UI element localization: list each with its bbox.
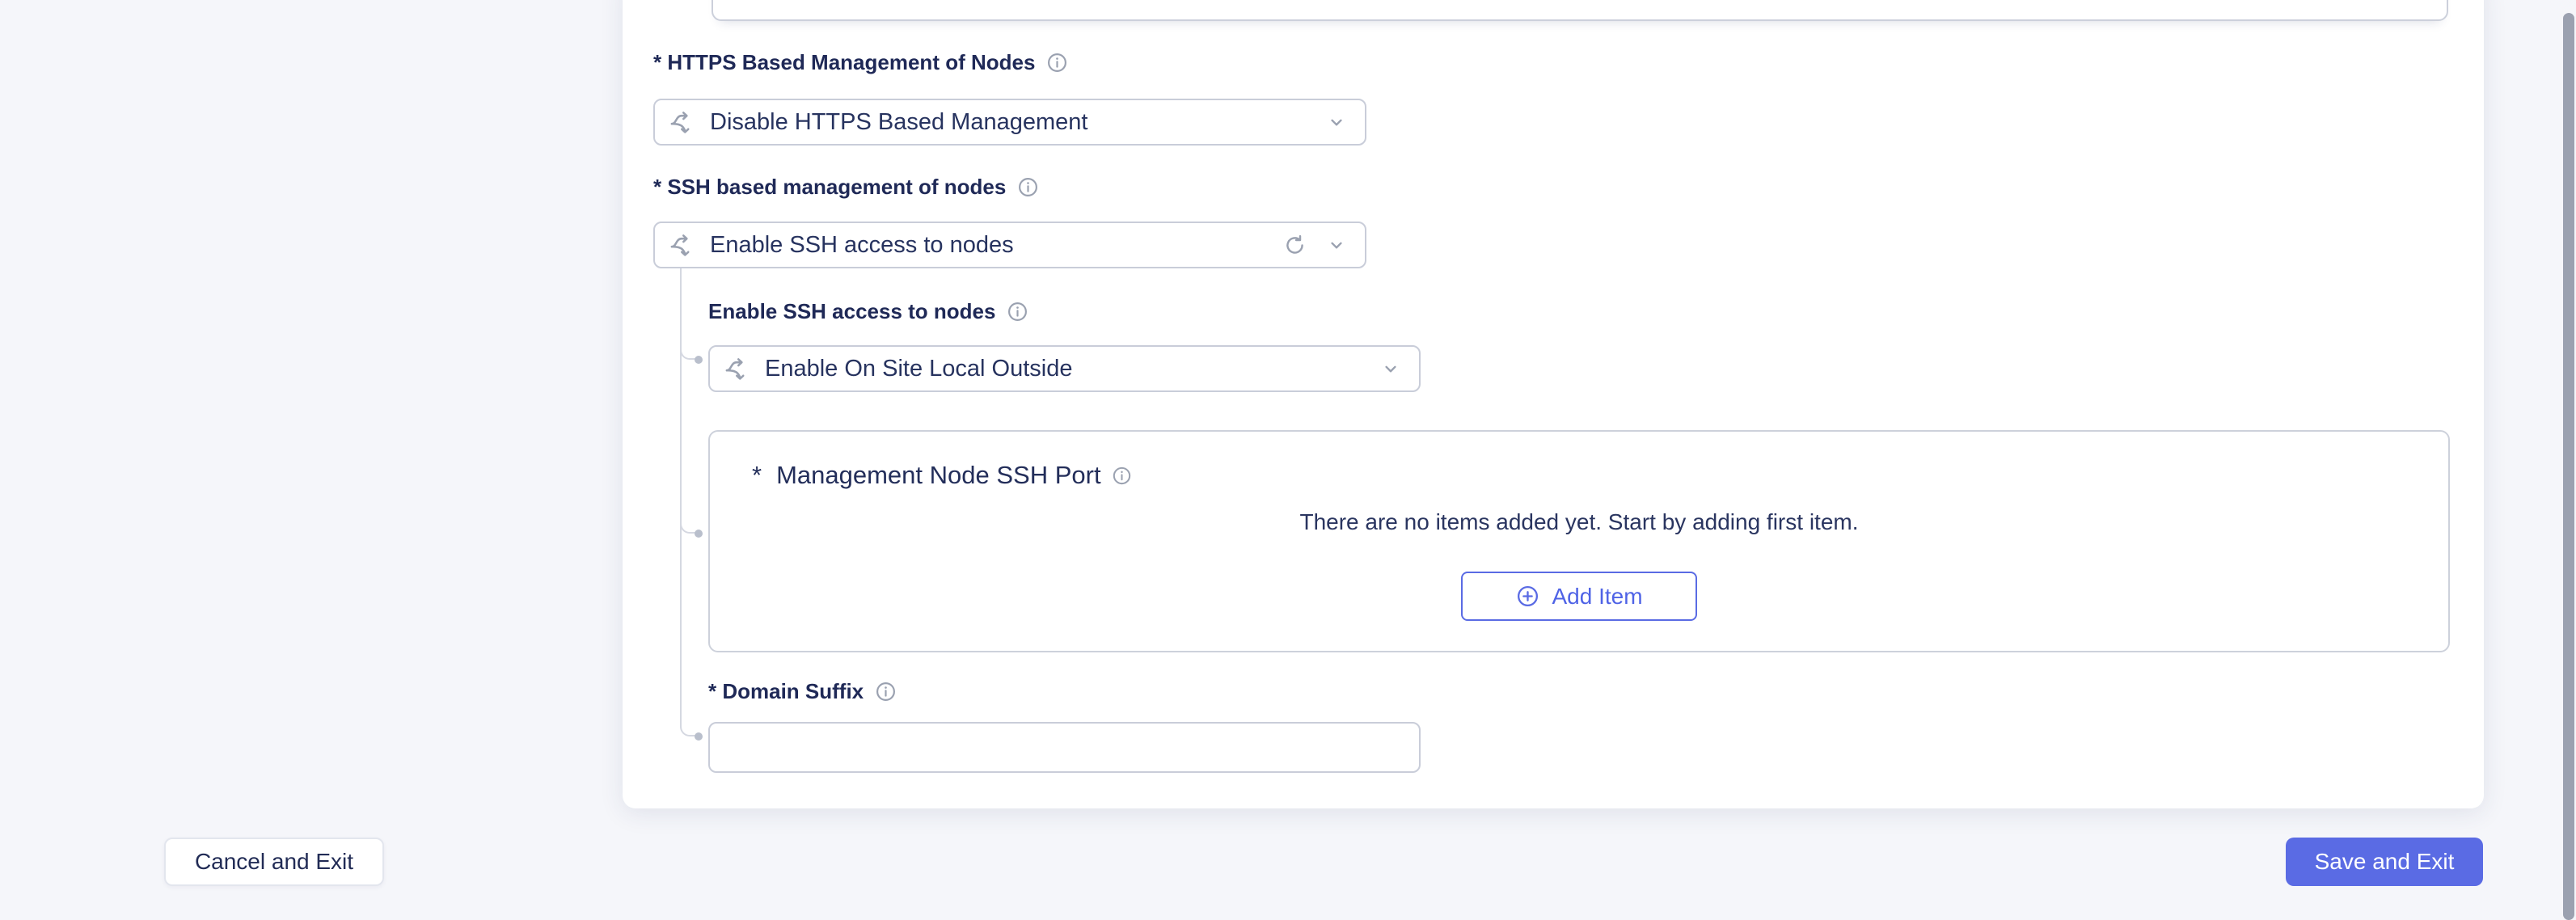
domain-suffix-input[interactable] — [708, 722, 1421, 773]
chevron-down-icon — [1326, 234, 1347, 255]
app-root: * HTTPS Based Management of Nodes Disabl… — [0, 0, 2576, 920]
chevron-down-icon — [1326, 112, 1347, 133]
tree-dot — [695, 732, 703, 741]
ssh-access-value: Enable On Site Local Outside — [765, 355, 1073, 382]
ssh-management-value: Enable SSH access to nodes — [710, 231, 1014, 258]
branch-split-icon — [723, 355, 750, 382]
info-icon[interactable] — [1111, 465, 1133, 487]
tree-dot — [695, 356, 703, 364]
domain-suffix-label: * Domain Suffix — [708, 679, 897, 704]
form-content-panel: * HTTPS Based Management of Nodes Disabl… — [623, 0, 2484, 808]
info-icon[interactable] — [1016, 175, 1040, 199]
https-management-value: Disable HTTPS Based Management — [710, 108, 1088, 135]
info-icon[interactable] — [1045, 51, 1069, 74]
ssh-management-dropdown[interactable]: Enable SSH access to nodes — [653, 222, 1366, 268]
tree-elbow — [680, 514, 696, 534]
management-ssh-port-title: * Management Node SSH Port — [752, 461, 1133, 490]
tree-elbow — [680, 340, 696, 360]
vertical-scrollbar-thumb[interactable] — [2563, 13, 2574, 920]
chevron-down-icon — [1380, 358, 1401, 379]
info-icon[interactable] — [1006, 300, 1029, 323]
info-icon[interactable] — [874, 680, 897, 703]
tree-elbow — [680, 717, 696, 736]
tree-connector-line — [680, 268, 682, 728]
plus-circle-icon — [1515, 584, 1540, 609]
refresh-icon[interactable] — [1283, 234, 1307, 257]
management-ssh-port-card: * Management Node SSH Port There are no … — [708, 430, 2450, 652]
ssh-access-label: Enable SSH access to nodes — [708, 299, 1029, 324]
https-management-dropdown[interactable]: Disable HTTPS Based Management — [653, 99, 1366, 146]
cancel-and-exit-button[interactable]: Cancel and Exit — [164, 838, 384, 886]
ssh-access-dropdown[interactable]: Enable On Site Local Outside — [708, 345, 1421, 392]
save-and-exit-button[interactable]: Save and Exit — [2286, 838, 2483, 886]
branch-split-icon — [668, 231, 695, 259]
empty-list-message: There are no items added yet. Start by a… — [1299, 509, 1859, 534]
add-item-button[interactable]: Add Item — [1461, 572, 1697, 621]
https-management-label: * HTTPS Based Management of Nodes — [653, 50, 1069, 75]
required-marker: * — [752, 461, 762, 489]
tree-dot — [695, 530, 703, 538]
add-item-label: Add Item — [1552, 583, 1643, 609]
branch-split-icon — [668, 108, 695, 136]
ssh-management-label: * SSH based management of nodes — [653, 175, 1040, 200]
top-partial-field[interactable] — [712, 0, 2448, 21]
